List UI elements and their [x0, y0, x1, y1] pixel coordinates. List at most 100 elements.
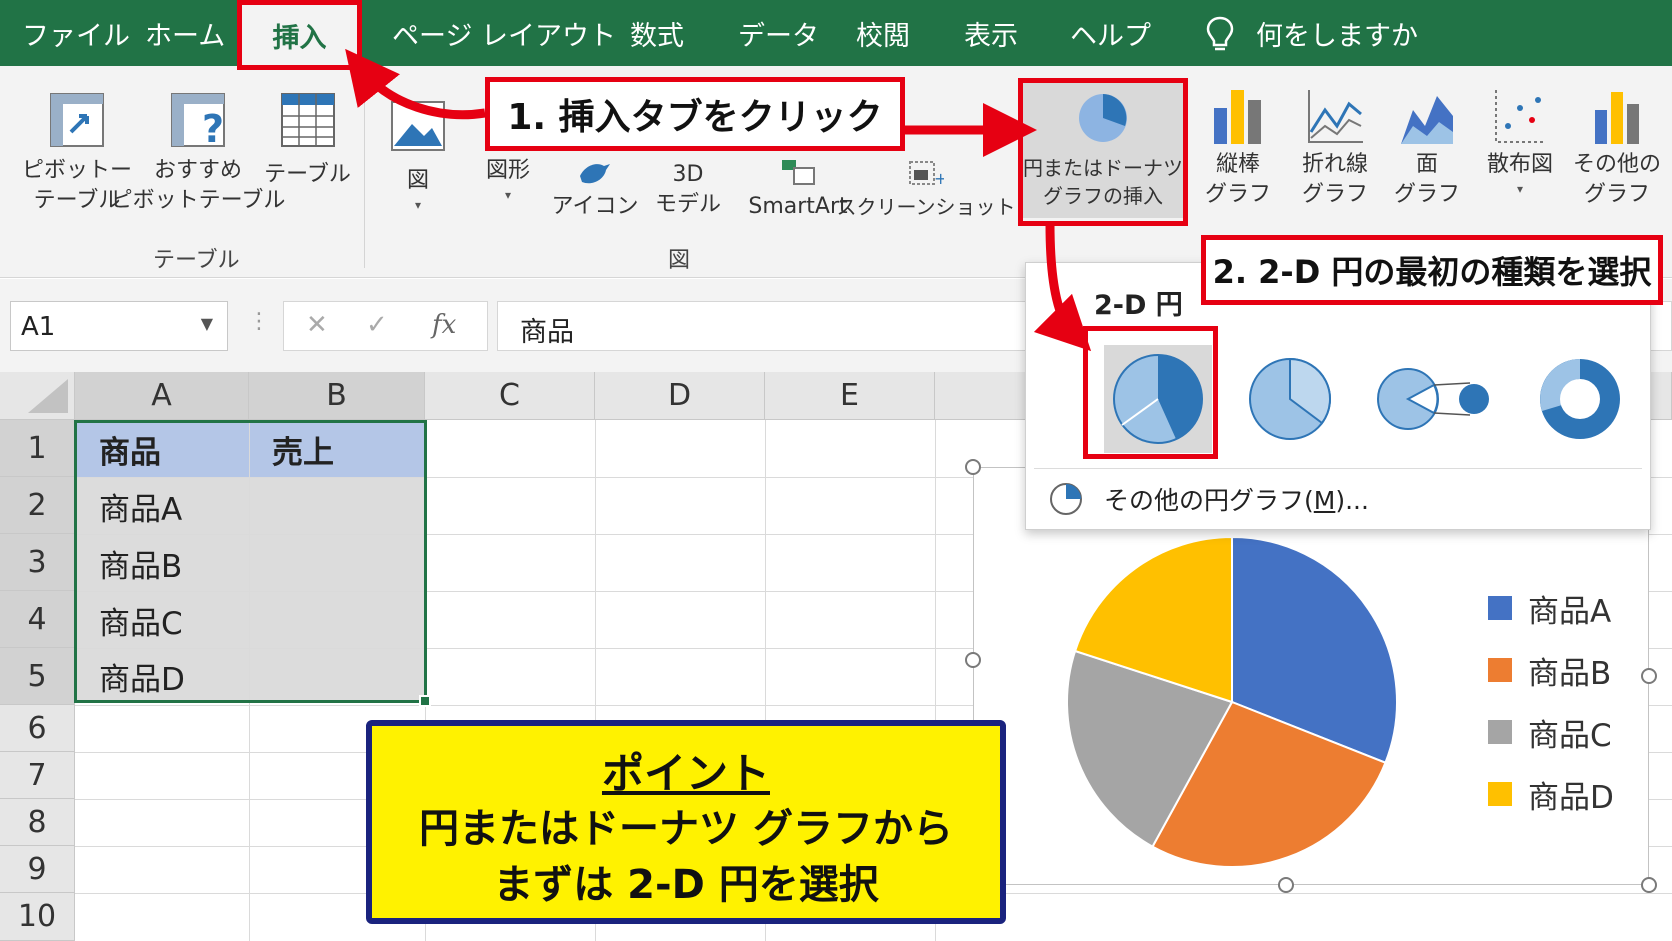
legend-item: 商品B	[1488, 639, 1614, 701]
chart-resize-handle[interactable]	[965, 459, 981, 475]
point-callout: ポイント 円またはドーナツ グラフから まずは 2-D 円を選択	[366, 720, 1006, 924]
row-header-1[interactable]: 1	[0, 420, 75, 477]
3d-model-label-2: モデル	[654, 192, 721, 217]
table-icon	[280, 93, 335, 147]
area-chart-button[interactable]: 面 グラフ	[1392, 86, 1462, 210]
smartart-button[interactable]: SmartArt	[748, 158, 848, 222]
tab-data[interactable]: データ	[738, 14, 819, 53]
legend-item: 商品C	[1488, 701, 1614, 763]
recommended-pivot-label-1: おすすめ	[153, 158, 242, 183]
chart-resize-handle[interactable]	[1278, 877, 1294, 893]
pie-of-pie-icon	[1377, 368, 1489, 430]
shapes-button[interactable]: 図形 ▾	[478, 156, 538, 202]
other-chart-icon	[1595, 92, 1639, 144]
cancel-icon[interactable]: ✕	[306, 310, 328, 340]
table-button[interactable]: テーブル	[264, 92, 351, 190]
3d-model-button[interactable]: 3D モデル	[648, 160, 728, 220]
area-chart-label-2: グラフ	[1393, 182, 1460, 207]
option-pie-alt[interactable]	[1242, 351, 1338, 447]
enter-icon[interactable]: ✓	[366, 310, 388, 340]
name-box[interactable]: A1 ▼	[10, 301, 228, 351]
smartart-icon	[782, 160, 815, 185]
scatter-chart-button[interactable]: 散布図 ▾	[1480, 86, 1560, 196]
row-header-8[interactable]: 8	[0, 799, 75, 846]
tab-page-layout[interactable]: ページ レイアウト	[392, 14, 616, 53]
fill-handle[interactable]	[419, 695, 431, 707]
smartart-label: SmartArt	[748, 194, 848, 219]
row-header-3[interactable]: 3	[0, 534, 75, 591]
recommended-pivot-label-2: ピボットテーブル	[110, 188, 286, 213]
row-header-7[interactable]: 7	[0, 752, 75, 799]
svg-text:?: ?	[202, 107, 224, 148]
row-header-9[interactable]: 9	[0, 846, 75, 893]
tell-me-search[interactable]: 何をしますか	[1206, 14, 1418, 53]
shapes-label: 図形	[485, 158, 530, 183]
chart-resize-handle[interactable]	[965, 652, 981, 668]
tab-home[interactable]: ホーム	[145, 14, 225, 53]
chart-resize-handle[interactable]	[1641, 668, 1657, 684]
area-chart-icon	[1401, 96, 1453, 144]
lightbulb-icon	[1206, 16, 1234, 50]
option-pie-of-pie[interactable]	[1374, 351, 1494, 447]
svg-text:+: +	[934, 169, 944, 188]
chart-resize-handle[interactable]	[1641, 877, 1657, 893]
column-header-c[interactable]: C	[425, 372, 595, 420]
dropdown-heading-2d-pie: 2-D 円	[1094, 290, 1183, 321]
column-chart-label-1: 縦棒	[1215, 152, 1260, 177]
tab-file[interactable]: ファイル	[22, 14, 130, 53]
select-all-corner[interactable]	[0, 372, 75, 420]
recommended-pivot-button[interactable]: ? おすすめ ピボットテーブル	[111, 92, 285, 216]
scatter-chart-icon	[1495, 90, 1546, 143]
tab-view[interactable]: 表示	[964, 14, 1018, 53]
legend-label: 商品B	[1528, 655, 1612, 692]
scatter-chart-label: 散布図	[1486, 152, 1553, 177]
option-doughnut[interactable]	[1532, 351, 1628, 447]
tab-formulas[interactable]: 数式	[630, 14, 684, 53]
legend-swatch	[1488, 658, 1512, 682]
screenshot-label: スクリーンショット	[836, 195, 1016, 219]
group-separator	[364, 78, 365, 268]
tab-review[interactable]: 校閲	[856, 14, 910, 53]
picture-label: 図	[406, 168, 429, 193]
name-box-value: A1	[21, 312, 56, 342]
picture-button[interactable]: 図 ▾	[388, 100, 448, 212]
icons-label: アイコン	[551, 194, 639, 219]
picture-caret-icon: ▾	[414, 198, 422, 212]
picture-icon	[391, 101, 445, 151]
legend-item: 商品D	[1488, 763, 1614, 825]
chart-legend: 商品A 商品B 商品C 商品D	[1488, 577, 1614, 825]
row-header-5[interactable]: 5	[0, 648, 75, 705]
other-chart-label-2: グラフ	[1583, 182, 1650, 207]
scatter-caret-icon: ▾	[1516, 182, 1524, 196]
row-header-10[interactable]: 10	[0, 893, 75, 941]
shapes-caret-icon: ▾	[504, 188, 512, 202]
bird-icon	[580, 164, 610, 184]
row-header-4[interactable]: 4	[0, 591, 75, 648]
tab-help[interactable]: ヘルプ	[1070, 14, 1151, 53]
line-chart-button[interactable]: 折れ線 グラフ	[1290, 86, 1380, 210]
legend-swatch	[1488, 782, 1512, 806]
other-chart-label-1: その他の	[1572, 152, 1661, 177]
column-header-e[interactable]: E	[765, 372, 935, 420]
more-pie-charts-item[interactable]: その他の円グラフ(M)...	[1048, 481, 1369, 517]
formula-bar-grip-icon: ⋮	[248, 309, 270, 334]
column-header-d[interactable]: D	[595, 372, 765, 420]
row-header-6[interactable]: 6	[0, 705, 75, 752]
group-label-figure: 図	[668, 248, 691, 273]
pie-small-icon	[1050, 483, 1082, 515]
column-chart-button[interactable]: 縦棒 グラフ	[1198, 86, 1278, 210]
row-header-2[interactable]: 2	[0, 477, 75, 534]
pivot-table-label-1: ピボットー	[22, 158, 133, 183]
function-icon[interactable]: fx	[432, 310, 456, 340]
highlight-insert-tab	[237, 0, 362, 70]
screenshot-button[interactable]: + スクリーンショット	[837, 158, 1016, 222]
legend-label: 商品A	[1528, 593, 1612, 630]
line-chart-icon	[1308, 90, 1363, 143]
icons-button[interactable]: アイコン	[552, 158, 638, 222]
other-chart-button[interactable]: その他の グラフ	[1572, 86, 1662, 210]
legend-swatch	[1488, 596, 1512, 620]
step1-callout: 1. 挿入タブをクリック	[485, 77, 905, 151]
column-header-b[interactable]: B	[249, 372, 425, 420]
column-header-a[interactable]: A	[75, 372, 249, 420]
name-box-dropdown-icon[interactable]: ▼	[201, 314, 213, 333]
